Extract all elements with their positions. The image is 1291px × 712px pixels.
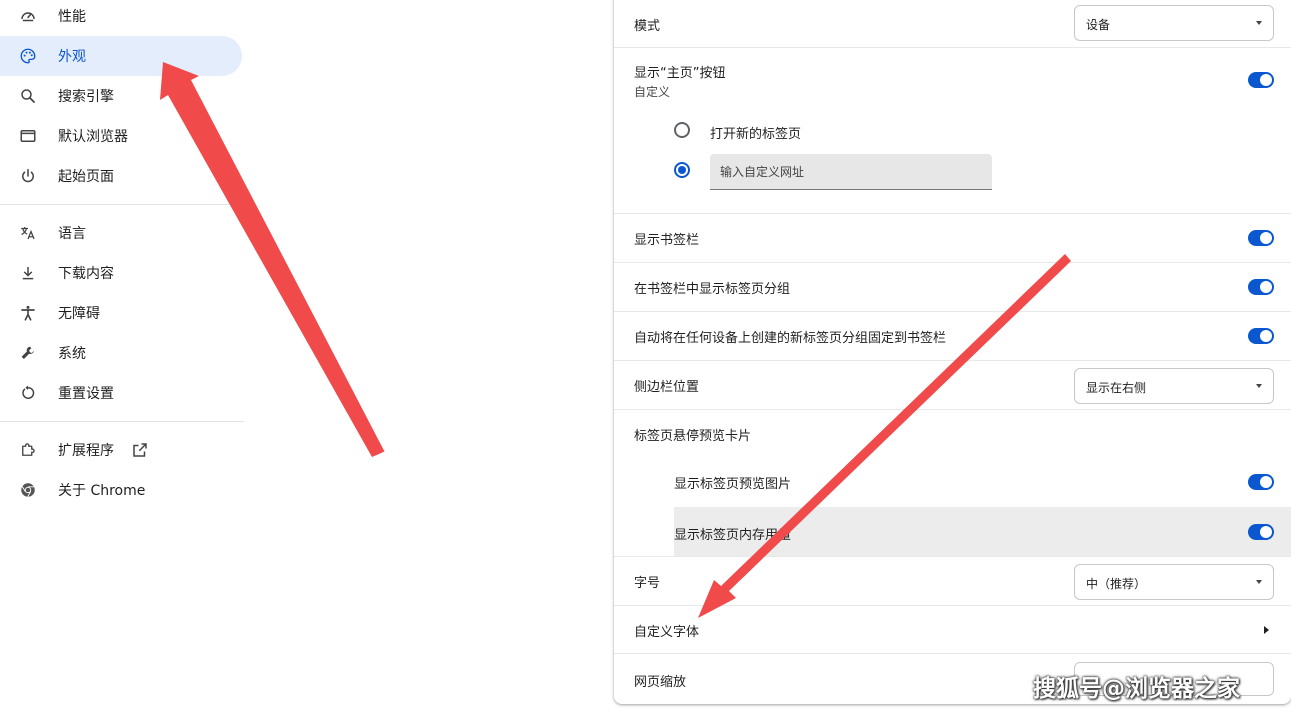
chevron-down-icon <box>1256 384 1262 388</box>
appearance-settings-card: 模式 设备 显示“主页”按钮 自定义 打开新的标签页 显示书签栏 在书签栏中显示… <box>614 0 1291 704</box>
nav-item-label: 外观 <box>58 49 86 65</box>
nav-divider <box>0 204 244 205</box>
nav-item-about-chrome[interactable]: 关于 Chrome <box>0 470 242 510</box>
nav-item-label: 无障碍 <box>58 306 100 322</box>
nav-item-label: 扩展程序 <box>58 443 114 459</box>
tab-preview-images-toggle[interactable] <box>1248 474 1274 490</box>
side-panel-position-select[interactable]: 显示在右侧 <box>1074 368 1274 404</box>
watermark-text: 搜狐号@浏览器之家 <box>1033 676 1240 702</box>
font-size-row: 字号 中（推荐） <box>614 556 1291 605</box>
chevron-down-icon <box>1256 580 1262 584</box>
nav-item-label: 系统 <box>58 346 86 362</box>
tab-preview-images-label: 显示标签页预览图片 <box>674 477 792 492</box>
side-panel-position-row: 侧边栏位置 显示在右侧 <box>614 360 1291 409</box>
nav-item-languages[interactable]: 语言 <box>0 213 242 253</box>
toggle-knob <box>1260 476 1272 488</box>
tab-groups-bookmarks-label: 在书签栏中显示标签页分组 <box>634 282 791 297</box>
font-size-select[interactable]: 中（推荐） <box>1074 564 1274 600</box>
auto-pin-tab-groups-row: 自动将在任何设备上创建的新标签页分组固定到书签栏 <box>614 311 1291 360</box>
mode-select[interactable]: 设备 <box>1074 5 1274 41</box>
nav-item-reset-settings[interactable]: 重置设置 <box>0 373 242 413</box>
settings-sidebar: 性能 外观 搜索引擎 默认浏览器 起始页面 语言 下载内容 无障碍 系统 重置设… <box>0 0 250 712</box>
browser-window-icon <box>18 126 38 146</box>
mode-row: 模式 设备 <box>614 0 1291 47</box>
bookmarks-bar-toggle[interactable] <box>1248 230 1274 246</box>
nav-item-search-engine[interactable]: 搜索引擎 <box>0 76 242 116</box>
bookmarks-bar-row: 显示书签栏 <box>614 213 1291 262</box>
nav-item-performance[interactable]: 性能 <box>0 0 242 36</box>
toggle-knob <box>1260 74 1272 86</box>
chevron-right-icon <box>1264 626 1269 634</box>
home-button-label: 显示“主页”按钮 <box>634 66 726 81</box>
nav-item-label: 下载内容 <box>58 266 114 282</box>
toggle-knob <box>1260 281 1272 293</box>
nav-item-label: 语言 <box>58 226 86 242</box>
home-button-row: 显示“主页”按钮 自定义 打开新的标签页 <box>614 47 1291 213</box>
nav-item-on-startup[interactable]: 起始页面 <box>0 156 242 196</box>
side-panel-position-value: 显示在右侧 <box>1086 381 1147 395</box>
toggle-knob <box>1260 330 1272 342</box>
nav-item-label: 关于 Chrome <box>58 483 146 499</box>
mode-label: 模式 <box>634 19 661 34</box>
custom-url-input[interactable] <box>710 154 992 190</box>
chrome-icon <box>18 480 38 500</box>
page-zoom-label: 网页缩放 <box>634 675 687 690</box>
custom-fonts-row[interactable]: 自定义字体 <box>614 605 1291 653</box>
tab-memory-usage-toggle[interactable] <box>1248 524 1274 540</box>
new-tab-page-radio[interactable] <box>674 122 690 138</box>
tab-groups-bookmarks-row: 在书签栏中显示标签页分组 <box>614 262 1291 311</box>
home-button-toggle[interactable] <box>1248 72 1274 88</box>
puzzle-icon <box>18 440 38 460</box>
reset-icon <box>18 383 38 403</box>
toggle-knob <box>1260 526 1272 538</box>
bookmarks-bar-label: 显示书签栏 <box>634 233 700 248</box>
nav-item-label: 默认浏览器 <box>58 129 128 145</box>
palette-icon <box>18 46 38 66</box>
chevron-down-icon <box>1256 21 1262 25</box>
auto-pin-tab-groups-toggle[interactable] <box>1248 328 1274 344</box>
open-external-icon[interactable] <box>131 441 149 459</box>
auto-pin-tab-groups-label: 自动将在任何设备上创建的新标签页分组固定到书签栏 <box>634 331 947 346</box>
tab-hover-cards-label: 标签页悬停预览卡片 <box>634 429 752 444</box>
new-tab-page-option-label: 打开新的标签页 <box>710 127 802 142</box>
nav-item-downloads[interactable]: 下载内容 <box>0 253 242 293</box>
nav-item-label: 起始页面 <box>58 169 114 185</box>
mode-select-value: 设备 <box>1086 18 1111 32</box>
nav-item-system[interactable]: 系统 <box>0 333 242 373</box>
custom-url-radio[interactable] <box>674 162 690 178</box>
download-icon <box>18 263 38 283</box>
accessibility-icon <box>18 303 38 323</box>
toggle-knob <box>1260 232 1272 244</box>
nav-item-label: 重置设置 <box>58 386 114 402</box>
nav-item-label: 性能 <box>58 9 86 25</box>
nav-divider <box>0 421 244 422</box>
nav-item-accessibility[interactable]: 无障碍 <box>0 293 242 333</box>
translate-icon <box>18 223 38 243</box>
wrench-icon <box>18 343 38 363</box>
nav-item-appearance[interactable]: 外观 <box>0 36 242 76</box>
tab-memory-usage-label: 显示标签页内存用量 <box>674 528 792 543</box>
speedometer-icon <box>18 6 38 26</box>
nav-item-default-browser[interactable]: 默认浏览器 <box>0 116 242 156</box>
nav-item-extensions[interactable]: 扩展程序 <box>0 430 242 470</box>
font-size-value: 中（推荐） <box>1086 577 1147 591</box>
custom-fonts-label: 自定义字体 <box>634 625 700 640</box>
search-icon <box>18 86 38 106</box>
tab-groups-bookmarks-toggle[interactable] <box>1248 279 1274 295</box>
side-panel-position-label: 侧边栏位置 <box>634 380 700 395</box>
home-button-sublabel: 自定义 <box>634 85 671 99</box>
font-size-label: 字号 <box>634 576 661 591</box>
nav-item-label: 搜索引擎 <box>58 89 114 105</box>
power-icon <box>18 166 38 186</box>
